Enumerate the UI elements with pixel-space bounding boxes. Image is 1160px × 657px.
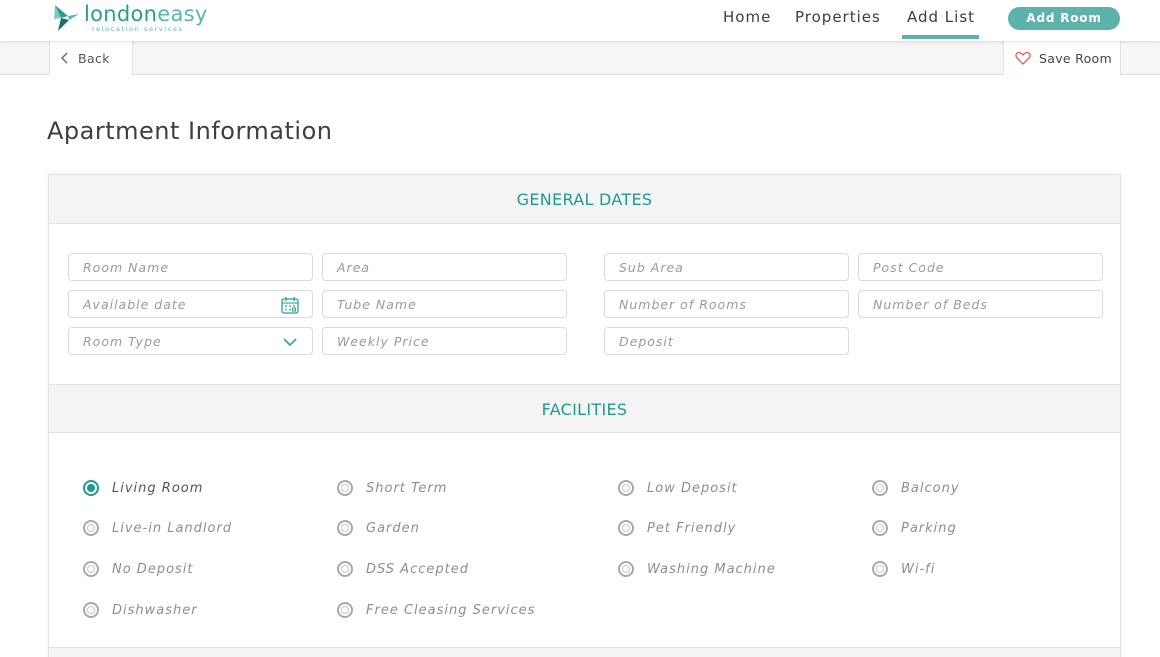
number-of-beds-placeholder: Number of Beds <box>873 297 988 312</box>
facility-option[interactable]: Low Deposit <box>618 478 738 498</box>
facility-option[interactable]: Garden <box>337 518 420 538</box>
radio-icon[interactable] <box>337 602 353 618</box>
facility-option[interactable]: Free Cleasing Services <box>337 600 535 620</box>
radio-icon[interactable] <box>618 520 634 536</box>
chevron-down-icon[interactable] <box>280 332 300 352</box>
heart-icon <box>1015 51 1031 65</box>
facility-label: Short Term <box>366 480 448 496</box>
post-code-placeholder: Post Code <box>873 260 945 275</box>
facility-option[interactable]: Short Term <box>337 478 447 498</box>
action-bar: Back Save Room <box>0 41 1160 75</box>
logo-star-icon <box>54 5 79 31</box>
number-of-rooms-input[interactable]: Number of Rooms <box>604 290 849 318</box>
section-facilities-heading: FACILITIES <box>49 384 1120 433</box>
room-type-placeholder: Room Type <box>83 334 162 349</box>
facility-label: Garden <box>366 520 420 536</box>
facility-option[interactable]: No Deposit <box>83 559 194 579</box>
radio-icon[interactable] <box>83 561 99 577</box>
post-code-input[interactable]: Post Code <box>858 253 1103 281</box>
facility-option[interactable]: Washing Machine <box>618 559 776 579</box>
deposit-placeholder: Deposit <box>619 334 674 349</box>
facility-label: DSS Accepted <box>366 561 469 577</box>
radio-icon[interactable] <box>872 480 888 496</box>
page-title: Apartment Information <box>47 117 333 145</box>
back-button[interactable]: Back <box>49 41 133 75</box>
save-room-button[interactable]: Save Room <box>1003 41 1121 75</box>
room-type-select[interactable]: Room Type <box>68 327 313 355</box>
facility-label: Wi-fi <box>901 561 936 577</box>
sub-area-input[interactable]: Sub Area <box>604 253 849 281</box>
facility-label: No Deposit <box>112 561 194 577</box>
facility-option[interactable]: Living Room <box>83 478 203 498</box>
brand-tagline: relocation services <box>92 24 184 33</box>
back-label: Back <box>78 50 110 66</box>
deposit-input[interactable]: Deposit <box>604 327 849 355</box>
room-name-placeholder: Room Name <box>83 260 170 275</box>
sub-area-placeholder: Sub Area <box>619 260 684 275</box>
nav-properties[interactable]: Properties <box>795 8 881 26</box>
facility-option[interactable]: Live-in Landlord <box>83 518 232 538</box>
radio-icon[interactable] <box>618 561 634 577</box>
tube-name-input[interactable]: Tube Name <box>322 290 567 318</box>
calendar-icon[interactable] <box>280 295 300 315</box>
area-placeholder: Area <box>337 260 371 275</box>
facility-label: Living Room <box>112 480 204 496</box>
weekly-price-placeholder: Weekly Price <box>337 334 430 349</box>
brand-name-part2: easy <box>157 1 208 26</box>
apartment-form-card: GENERAL DATES Room Name Area Sub Area Po… <box>48 174 1121 657</box>
area-input[interactable]: Area <box>322 253 567 281</box>
facility-label: Washing Machine <box>647 561 776 577</box>
facility-option[interactable]: Balcony <box>872 478 960 498</box>
radio-checked-icon[interactable] <box>83 480 99 496</box>
radio-icon[interactable] <box>872 561 888 577</box>
facility-label: Live-in Landlord <box>112 520 233 536</box>
chevron-left-icon <box>61 52 68 64</box>
facility-option[interactable]: Wi-fi <box>872 559 935 579</box>
radio-icon[interactable] <box>872 520 888 536</box>
number-of-rooms-placeholder: Number of Rooms <box>619 297 747 312</box>
available-date-placeholder: Available date <box>83 297 187 312</box>
nav-home[interactable]: Home <box>723 8 771 26</box>
radio-icon[interactable] <box>337 480 353 496</box>
nav-active-indicator <box>902 35 979 39</box>
facility-label: Balcony <box>901 480 960 496</box>
facility-option[interactable]: Dishwasher <box>83 600 198 620</box>
save-room-label: Save Room <box>1039 50 1112 66</box>
available-date-input[interactable]: Available date <box>68 290 313 318</box>
facility-label: Pet Friendly <box>647 520 737 536</box>
room-name-input[interactable]: Room Name <box>68 253 313 281</box>
section-general-dates-heading: GENERAL DATES <box>49 175 1120 224</box>
radio-icon[interactable] <box>618 480 634 496</box>
facility-option[interactable]: Parking <box>872 518 957 538</box>
brand-name-part1: london <box>84 1 158 26</box>
section-next-heading <box>49 647 1120 657</box>
facility-label: Low Deposit <box>647 480 738 496</box>
facility-label: Dishwasher <box>112 602 198 618</box>
facility-option[interactable]: Pet Friendly <box>618 518 736 538</box>
nav-add-list[interactable]: Add List <box>907 8 975 26</box>
brand-logo[interactable]: londoneasy relocation services <box>52 2 208 34</box>
top-header: londoneasy relocation services Home Prop… <box>0 0 1160 41</box>
facility-label: Parking <box>901 520 957 536</box>
facility-label: Free Cleasing Services <box>366 602 536 618</box>
radio-icon[interactable] <box>83 602 99 618</box>
facility-option[interactable]: DSS Accepted <box>337 559 469 579</box>
add-room-button[interactable]: Add Room <box>1008 7 1120 30</box>
weekly-price-input[interactable]: Weekly Price <box>322 327 567 355</box>
radio-icon[interactable] <box>83 520 99 536</box>
number-of-beds-input[interactable]: Number of Beds <box>858 290 1103 318</box>
radio-icon[interactable] <box>337 561 353 577</box>
radio-icon[interactable] <box>337 520 353 536</box>
tube-name-placeholder: Tube Name <box>337 297 417 312</box>
